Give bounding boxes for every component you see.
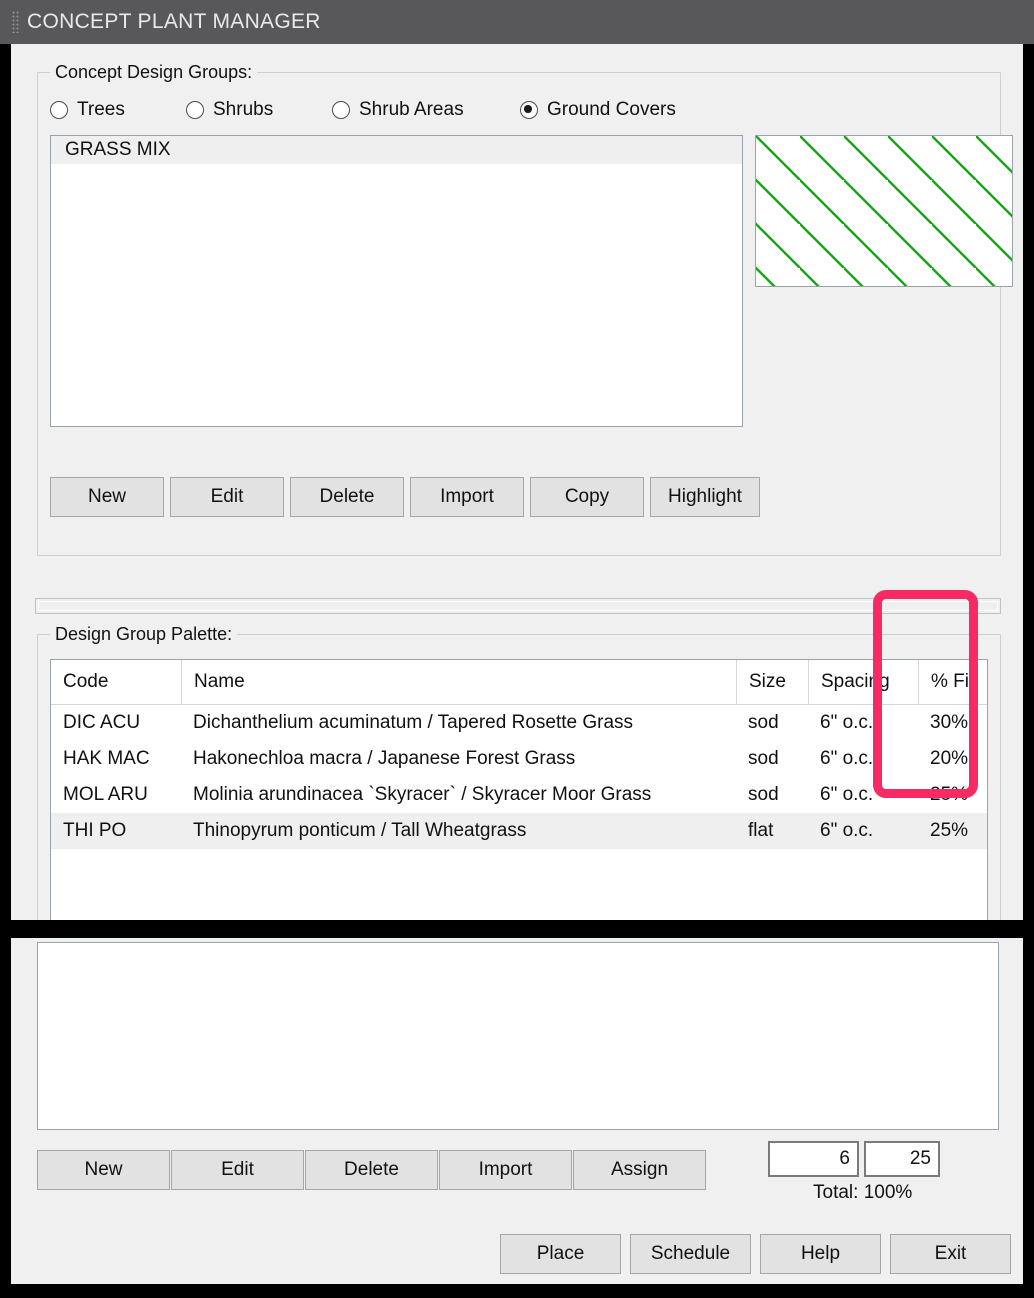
cell-size: sod [748,784,779,805]
new-button[interactable]: New [50,477,164,517]
cell-fill: 30% [930,712,969,733]
concept-design-groups-legend: Concept Design Groups: [50,62,258,83]
radio-dot-icon [332,101,350,119]
cell-fill: 25% [930,820,969,841]
cell-code: MOL ARU [63,784,148,805]
table-row[interactable]: HAK MAC Hakonechloa macra / Japanese For… [51,741,987,777]
delete-button[interactable]: Delete [305,1150,438,1190]
cell-size: sod [748,712,779,733]
radio-dot-icon [50,101,68,119]
cell-size: sod [748,748,779,769]
place-button[interactable]: Place [500,1234,621,1274]
upper-panel: Concept Design Groups: Trees Shrubs Shru… [11,44,1023,946]
delete-button[interactable]: Delete [290,477,404,517]
radio-dot-selected-icon [520,101,538,119]
column-header-name[interactable]: Name [181,660,736,704]
radio-trees[interactable]: Trees [50,95,125,125]
radio-label: Ground Covers [547,99,676,120]
window-titlebar: CONCEPT PLANT MANAGER [0,0,1034,44]
fill-percent-input[interactable]: 25 [864,1141,940,1177]
radio-label: Trees [77,99,125,120]
import-button[interactable]: Import [439,1150,572,1190]
lower-panel: New Edit Delete Import Assign 6 25 Total… [11,938,1023,1284]
cell-name: Dichanthelium acuminatum / Tapered Roset… [193,712,634,733]
total-label: Total: 100% [813,1182,913,1203]
concept-design-groups-groupbox: Concept Design Groups: Trees Shrubs Shru… [37,62,1013,556]
spacing-input[interactable]: 6 [768,1141,859,1177]
assign-button[interactable]: Assign [573,1150,706,1190]
radio-shrubs[interactable]: Shrubs [186,95,273,125]
cell-code: HAK MAC [63,748,150,769]
section-separator [0,920,1034,938]
edit-button[interactable]: Edit [171,1150,304,1190]
design-groups-listbox[interactable]: GRASS MIX [50,135,743,427]
panel-splitter[interactable] [35,598,1001,614]
radio-shrub-areas[interactable]: Shrub Areas [332,95,464,125]
radio-ground-covers[interactable]: Ground Covers [520,95,676,125]
cell-spacing: 6" o.c. [820,748,874,769]
radio-label: Shrub Areas [359,99,464,120]
cell-fill: 20% [930,748,969,769]
cell-fill: 25% [930,784,969,805]
column-header-fill[interactable]: % Fill [918,660,987,704]
column-header-code[interactable]: Code [51,660,181,704]
list-item[interactable]: GRASS MIX [51,136,742,164]
design-group-palette-legend: Design Group Palette: [50,624,238,645]
column-header-size[interactable]: Size [736,660,808,704]
hatch-preview [755,135,1013,287]
schedule-button[interactable]: Schedule [630,1234,751,1274]
lower-listbox[interactable] [37,942,999,1130]
page-title: CONCEPT PLANT MANAGER [27,10,321,33]
import-button[interactable]: Import [410,477,524,517]
drag-grip-icon[interactable] [12,11,19,33]
table-row[interactable]: MOL ARU Molinia arundinacea `Skyracer` /… [51,777,987,813]
cell-name: Molinia arundinacea `Skyracer` / Skyrace… [193,784,652,805]
copy-button[interactable]: Copy [530,477,644,517]
concept-plant-manager-window: CONCEPT PLANT MANAGER Concept Design Gro… [0,0,1034,1298]
new-button[interactable]: New [37,1150,170,1190]
cell-code: DIC ACU [63,712,141,733]
cell-spacing: 6" o.c. [820,784,874,805]
column-header-spacing[interactable]: Spacing [808,660,918,704]
cell-code: THI PO [63,820,127,841]
table-row[interactable]: THI PO Thinopyrum ponticum / Tall Wheatg… [51,813,987,849]
cell-spacing: 6" o.c. [820,712,874,733]
design-group-palette-groupbox: Design Group Palette: Code Name Size Spa… [37,624,1001,946]
help-button[interactable]: Help [760,1234,881,1274]
diagonal-hatch-icon [756,136,1012,286]
cell-size: flat [748,820,774,841]
palette-grid[interactable]: Code Name Size Spacing % Fill DIC ACU Di… [50,659,988,929]
cell-spacing: 6" o.c. [820,820,874,841]
cell-name: Hakonechloa macra / Japanese Forest Gras… [193,748,576,769]
exit-button[interactable]: Exit [890,1234,1011,1274]
edit-button[interactable]: Edit [170,477,284,517]
cell-name: Thinopyrum ponticum / Tall Wheatgrass [193,820,527,841]
radio-label: Shrubs [213,99,274,120]
table-row[interactable]: DIC ACU Dichanthelium acuminatum / Taper… [51,705,987,741]
radio-dot-icon [186,101,204,119]
highlight-button[interactable]: Highlight [650,477,760,517]
palette-grid-header: Code Name Size Spacing % Fill [51,660,987,705]
